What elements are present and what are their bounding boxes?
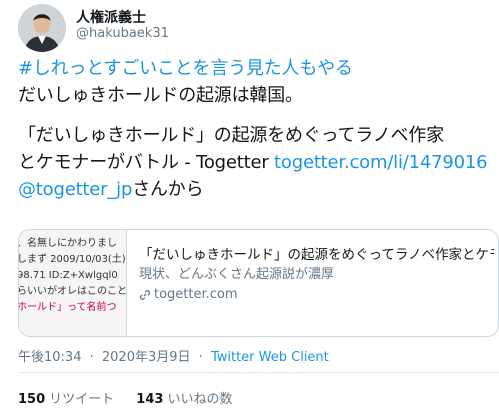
- thumbnail-text: しまず 2009/10/03(土): [19, 254, 126, 265]
- thumbnail-text: らいいがオレはこのこと: [19, 286, 127, 297]
- thumbnail-text: ホールド」って名前つ: [19, 302, 117, 313]
- retweets-label: リツイート: [49, 392, 115, 407]
- meta-separator: ·: [198, 350, 203, 365]
- tweet-date[interactable]: 2020年3月9日: [102, 350, 191, 365]
- meta-separator: ·: [89, 350, 94, 365]
- avatar[interactable]: [18, 4, 66, 52]
- link-icon: [139, 289, 151, 301]
- likes-stat[interactable]: 143 いいねの数: [136, 392, 232, 407]
- user-handle[interactable]: @hakubaek31: [76, 26, 169, 41]
- tweet-line: @togetter_jpさんから: [18, 176, 498, 203]
- tweet-line-text: とケモナーがバトル - Togetter: [18, 152, 275, 173]
- card-title: 「だいしゅきホールド」の起源をめぐってラノベ作家とケモ…: [139, 247, 494, 263]
- card-domain-text: togetter.com: [154, 287, 238, 302]
- tweet-line: とケモナーがバトル - Togetter togetter.com/li/147…: [18, 149, 498, 176]
- link-preview-card[interactable]: 、名無しにかわりまし しまず 2009/10/03(土) 98.71 ID:Z+…: [18, 229, 499, 337]
- url-link[interactable]: togetter.com/li/1479016: [274, 152, 488, 173]
- thumbnail-text: 、名無しにかわりまし: [19, 238, 117, 249]
- tweet-line-text: さんから: [132, 179, 204, 200]
- tweet-time[interactable]: 午後10:34: [18, 350, 81, 365]
- divider: [18, 372, 499, 373]
- tweet-line: だいしゅきホールドの起源は韓国。: [18, 85, 303, 106]
- tweet-line: 「だいしゅきホールド」の起源をめぐってラノベ作家: [18, 125, 444, 146]
- mention-link[interactable]: @togetter_jp: [18, 179, 132, 200]
- tweet-meta: 午後10:34 · 2020年3月9日 · Twitter Web Client: [18, 346, 329, 365]
- card-domain: togetter.com: [139, 286, 494, 304]
- likes-label: いいねの数: [167, 392, 233, 407]
- retweets-count: 150: [18, 392, 46, 407]
- card-thumbnail: 、名無しにかわりまし しまず 2009/10/03(土) 98.71 ID:Z+…: [19, 230, 127, 336]
- card-description: 現状、どんぶくさん起源説が濃厚: [139, 267, 335, 282]
- tweet-text: #しれっとすごいことを言う見た人もやる だいしゅきホールドの起源は韓国。 「だい…: [18, 55, 498, 203]
- card-body: 「だいしゅきホールド」の起源をめぐってラノベ作家とケモ… 現状、どんぶくさん起源…: [139, 246, 494, 304]
- retweets-stat[interactable]: 150 リツイート: [18, 392, 114, 407]
- hashtag-link[interactable]: #しれっとすごいことを言う見た人もやる: [18, 55, 498, 82]
- likes-count: 143: [136, 392, 164, 407]
- tweet-client-link[interactable]: Twitter Web Client: [211, 350, 329, 365]
- display-name[interactable]: 人権派義士: [76, 7, 146, 27]
- tweet-stats: 150 リツイート 143 いいねの数: [18, 388, 250, 407]
- thumbnail-text: 98.71 ID:Z+Xwlgql0: [19, 270, 118, 281]
